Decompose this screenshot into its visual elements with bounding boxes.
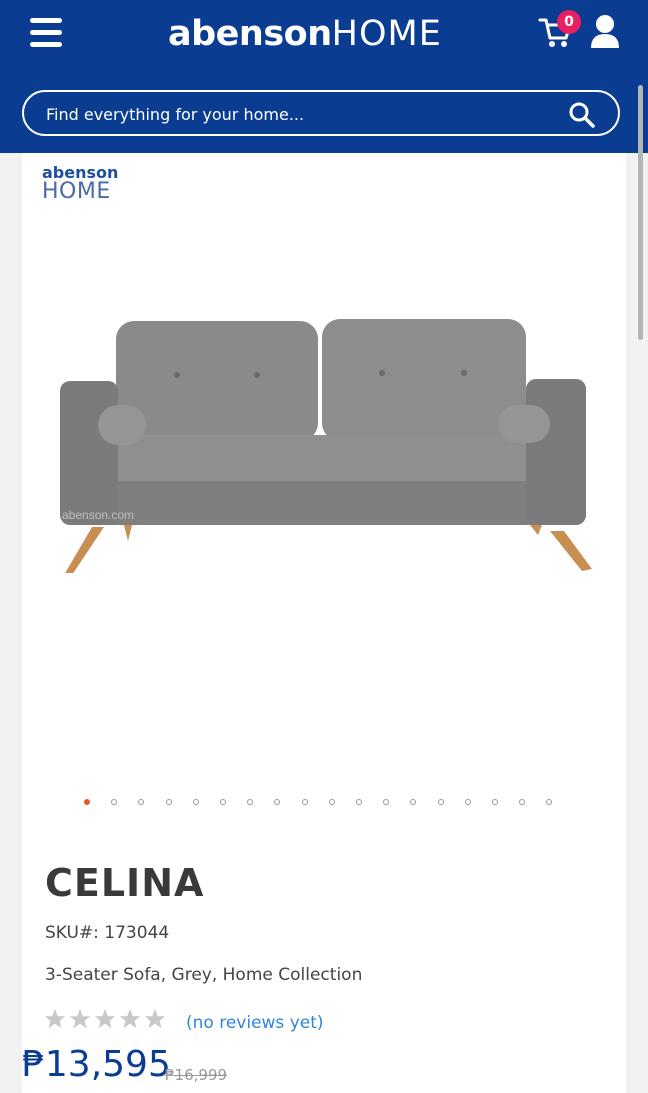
star-icon [144,1008,166,1029]
product-card: abenson HOME abenson.com CELINA SKU#: 17… [22,153,626,1093]
logo-text-abenson: abenson [168,14,332,54]
search-bar [22,90,620,136]
star-icon [119,1008,141,1029]
carousel-dot[interactable] [301,799,308,805]
carousel-dot[interactable] [111,799,118,805]
carousel-dot[interactable] [492,799,498,805]
carousel-dot[interactable] [464,799,471,805]
logo-text-home: HOME [331,14,442,54]
product-original-price: ₱16,999 [165,1066,228,1084]
product-image-sofa[interactable]: abenson.com [52,313,592,573]
carousel-dot[interactable] [383,799,390,805]
top-header: abensonHOME 0 [0,0,648,153]
cart-count-badge: 0 [557,10,581,34]
star-icon [69,1008,91,1029]
brand-logo-line2: HOME [42,179,111,204]
product-description: 3-Seater Sofa, Grey, Home Collection [45,965,363,985]
image-watermark-text: abenson.com [62,508,134,522]
carousel-dot[interactable] [328,799,335,805]
page-scrollbar[interactable] [638,85,643,340]
carousel-dot[interactable] [437,799,444,805]
carousel-dot[interactable] [192,799,199,805]
product-sku: SKU#: 173044 [45,923,170,943]
carousel-dot[interactable] [84,799,90,805]
carousel-dot[interactable] [410,799,417,805]
search-icon[interactable] [568,101,596,129]
product-price: ₱13,595 [22,1044,171,1085]
user-account-icon[interactable] [588,14,622,50]
carousel-dot[interactable] [165,799,172,805]
brand-watermark-logo: abenson HOME [42,165,118,203]
carousel-dot[interactable] [356,799,362,805]
carousel-dot[interactable] [274,799,281,805]
carousel-dot[interactable] [247,799,254,805]
site-logo[interactable]: abensonHOME [168,14,442,54]
search-input[interactable] [44,100,548,128]
star-icon [44,1008,66,1029]
carousel-dot[interactable] [138,799,145,805]
carousel-dot[interactable] [519,799,526,805]
no-reviews-link[interactable]: (no reviews yet) [186,1013,324,1033]
carousel-dot[interactable] [546,799,553,805]
carousel-dot[interactable] [220,799,226,805]
hamburger-menu-icon[interactable] [30,18,62,47]
star-icon [94,1008,116,1029]
product-title: CELINA [45,861,205,905]
